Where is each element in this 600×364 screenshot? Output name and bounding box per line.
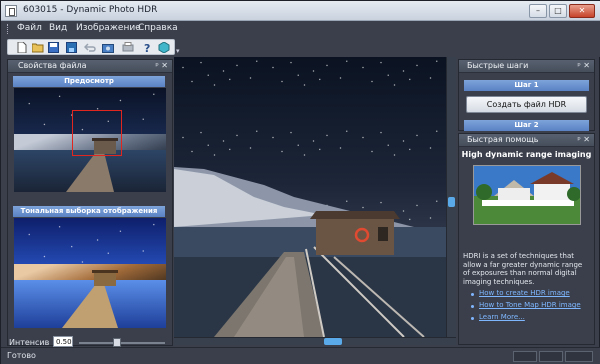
toolbar: ? ▾ [1, 37, 600, 57]
pin-icon[interactable]: ᵖ [577, 61, 580, 70]
help-body-text: HDRI is a set of techniques that allow a… [463, 252, 583, 286]
right-dock: Быстрые шаги ᵖ ✕ Шаг 1 Создать файл HDR … [458, 57, 595, 345]
panel-close-icon[interactable]: ✕ [583, 61, 590, 70]
tonal-thumbnail[interactable] [14, 218, 166, 328]
main-image-canvas[interactable] [174, 57, 456, 337]
undo-icon[interactable] [83, 42, 96, 53]
app-icon [5, 5, 17, 17]
toolbar-overflow-icon[interactable]: ▾ [176, 47, 180, 55]
vertical-scroll-thumb[interactable] [448, 197, 455, 207]
pin-icon[interactable]: ᵖ [155, 61, 158, 70]
menu-image[interactable]: Изображение [76, 23, 141, 33]
quick-steps-header: Быстрые шаги ᵖ ✕ [459, 60, 594, 73]
panel-close-icon[interactable]: ✕ [583, 135, 590, 144]
preview-thumbnail[interactable] [14, 88, 166, 192]
svg-text:?: ? [144, 42, 150, 53]
canvas-horizontal-scrollbar[interactable] [174, 337, 456, 345]
title-bar: 603015 - Dynamic Photo HDR – □ ✕ [1, 1, 600, 21]
step2-bar: Шаг 2 [464, 120, 589, 131]
canvas-vertical-scrollbar[interactable] [446, 57, 456, 337]
quick-help-title: Быстрая помощь [467, 135, 539, 144]
file-properties-title: Свойства файла [18, 61, 87, 70]
quick-steps-title: Быстрые шаги [467, 61, 529, 70]
minimize-button[interactable]: – [529, 4, 547, 18]
quick-help-header: Быстрая помощь ᵖ ✕ [459, 134, 594, 147]
toolbar-strip: ? [7, 39, 175, 55]
preview-section-bar: Предосмотр [13, 76, 165, 87]
link-create-hdr[interactable]: How to create HDR image [479, 289, 570, 297]
help-icon[interactable]: ? [142, 42, 154, 55]
intensity-input[interactable]: 0.50 [53, 336, 73, 347]
step1-bar: Шаг 1 [464, 80, 589, 91]
link-bullet [471, 317, 474, 320]
print-icon[interactable] [122, 42, 134, 53]
tonal-section-bar: Тональная выборка отображения [13, 206, 165, 217]
window-title: 603015 - Dynamic Photo HDR [23, 5, 158, 15]
status-cell [565, 351, 593, 362]
link-bullet [471, 293, 474, 296]
app-window: 603015 - Dynamic Photo HDR – □ ✕ Файл Ви… [0, 0, 600, 364]
close-button[interactable]: ✕ [569, 4, 595, 18]
save-as-icon[interactable] [66, 42, 78, 53]
status-text: Готово [7, 351, 36, 360]
new-file-icon[interactable] [16, 41, 28, 54]
intensity-slider-track[interactable] [79, 342, 165, 344]
create-hdr-button[interactable]: Создать файл HDR [466, 96, 587, 113]
status-cell [513, 351, 537, 362]
pin-icon[interactable]: ᵖ [577, 135, 580, 144]
panel-close-icon[interactable]: ✕ [161, 61, 168, 70]
link-tone-map[interactable]: How to Tone Map HDR image [479, 301, 581, 309]
file-properties-panel: Свойства файла ᵖ ✕ Предосмотр Тональная … [7, 59, 173, 346]
save-icon[interactable] [48, 42, 60, 53]
link-learn-more[interactable]: Learn More... [479, 313, 525, 321]
intensity-slider-thumb[interactable] [113, 338, 121, 347]
status-cell [539, 351, 563, 362]
horizontal-scroll-thumb[interactable] [324, 338, 342, 345]
menu-bar: Файл Вид Изображение Справка [1, 21, 600, 37]
status-bar: Готово [1, 347, 600, 364]
panel-buttons: ᵖ ✕ [577, 60, 590, 72]
panel-buttons: ᵖ ✕ [155, 60, 168, 72]
selection-rectangle[interactable] [72, 110, 122, 156]
panel-buttons: ᵖ ✕ [577, 134, 590, 146]
quick-steps-panel: Быстрые шаги ᵖ ✕ Шаг 1 Создать файл HDR … [458, 59, 595, 131]
maximize-button[interactable]: □ [549, 4, 567, 18]
main-scene-image [174, 167, 456, 337]
quick-help-panel: Быстрая помощь ᵖ ✕ High dynamic range im… [458, 133, 595, 345]
tonal-pier-image [62, 270, 118, 328]
menu-grip-icon [7, 24, 10, 34]
open-folder-icon[interactable] [31, 42, 44, 53]
menu-file[interactable]: Файл [17, 23, 42, 33]
intensity-label: Интенсив [9, 338, 50, 347]
camera-icon[interactable] [102, 42, 114, 53]
link-bullet [471, 305, 474, 308]
file-properties-header: Свойства файла ᵖ ✕ [8, 60, 172, 73]
help-heading: High dynamic range imaging [461, 150, 592, 159]
help-example-image [473, 165, 581, 225]
hdr-cube-icon[interactable] [158, 41, 170, 54]
menu-view[interactable]: Вид [49, 23, 67, 33]
menu-help[interactable]: Справка [138, 23, 178, 33]
